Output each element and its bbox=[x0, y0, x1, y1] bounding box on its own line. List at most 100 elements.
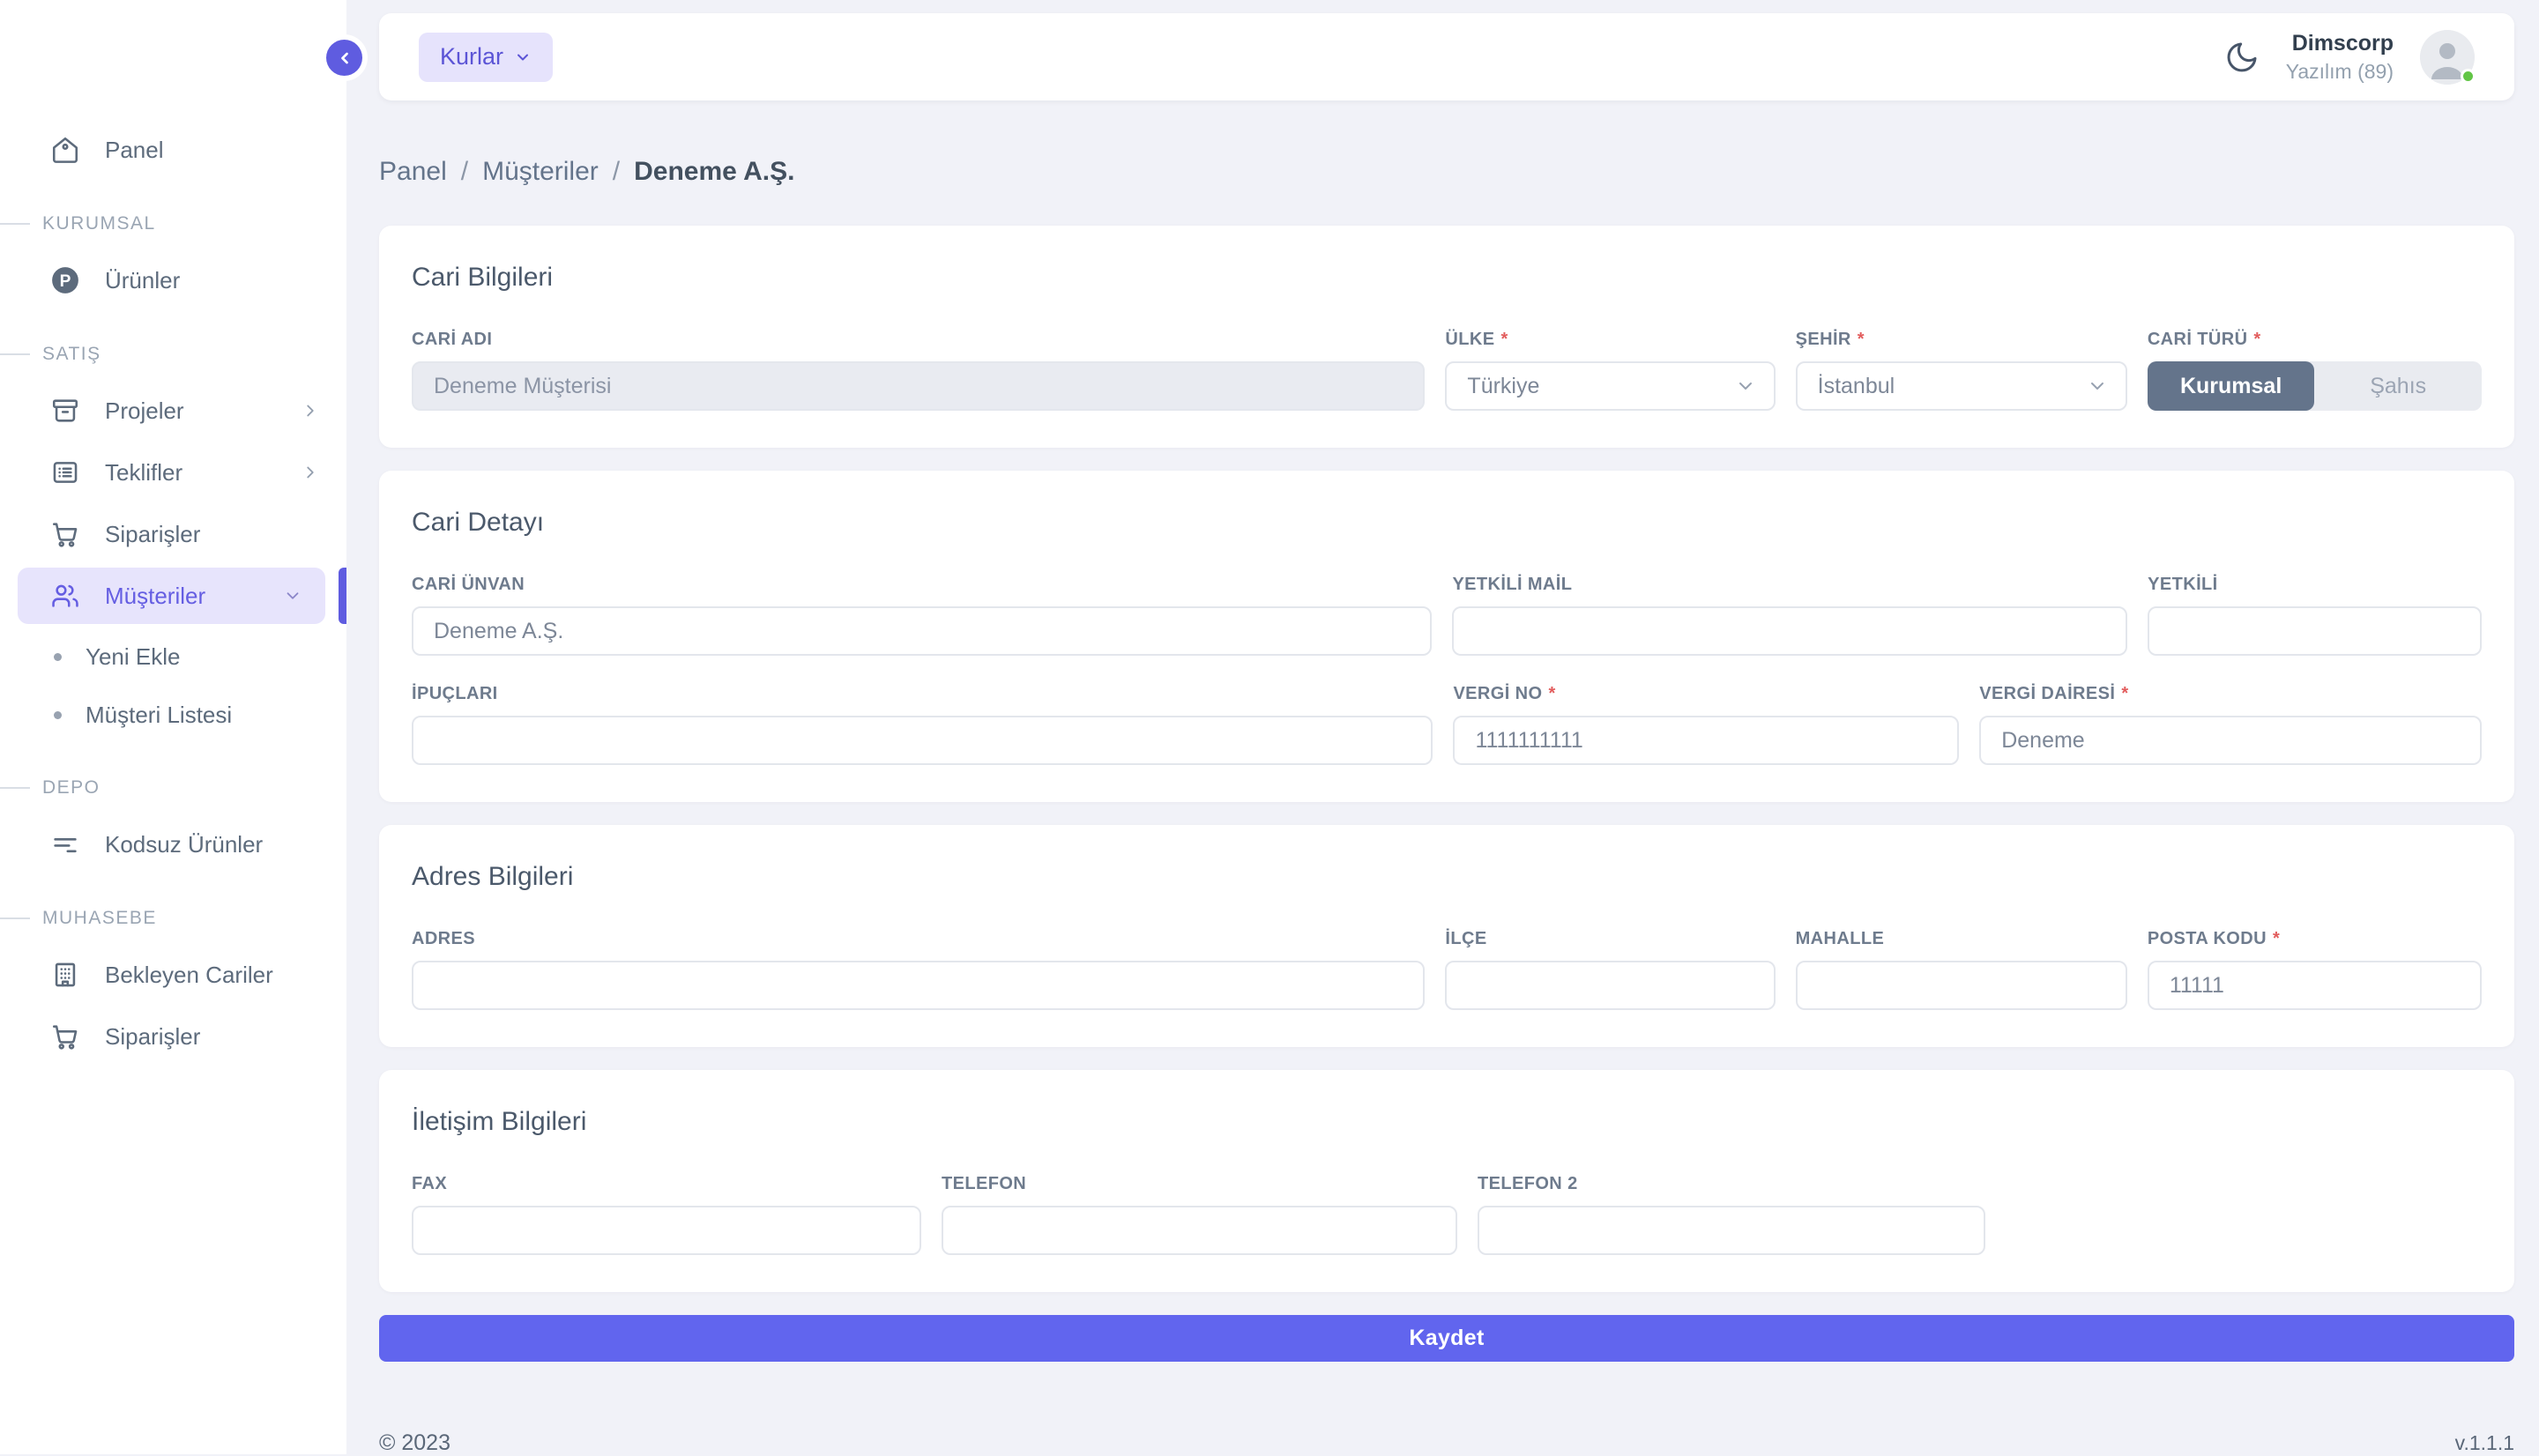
main-content: Kurlar Dimscorp Yazılım (89) Panel / bbox=[346, 0, 2539, 1454]
sidebar-item-siparisler-muhasebe[interactable]: Siparişler bbox=[0, 1008, 346, 1065]
kurlar-dropdown-button[interactable]: Kurlar bbox=[419, 33, 553, 82]
toggle-option-sahis[interactable]: Şahıs bbox=[2314, 361, 2482, 411]
dark-mode-toggle[interactable] bbox=[2224, 40, 2260, 75]
version-text: v.1.1.1 bbox=[2455, 1431, 2514, 1455]
field-ilce: İLÇE bbox=[1445, 929, 1775, 1010]
sidebar-subitem-label: Yeni Ekle bbox=[86, 643, 180, 671]
copyright-text: © 2023 bbox=[379, 1430, 450, 1456]
chevron-right-icon bbox=[301, 401, 320, 420]
field-label: ŞEHİR bbox=[1796, 330, 1851, 350]
field-label: VERGİ NO bbox=[1453, 684, 1542, 704]
field-adres: ADRES bbox=[412, 929, 1425, 1010]
card-iletisim-bilgileri: İletişim Bilgileri FAX TELEFON TELEFON 2 bbox=[379, 1070, 2514, 1292]
sidebar-item-label: Kodsuz Ürünler bbox=[105, 831, 263, 858]
breadcrumb-musteriler[interactable]: Müşteriler bbox=[482, 157, 599, 187]
ilce-input[interactable] bbox=[1445, 961, 1775, 1010]
cari-adi-input[interactable] bbox=[412, 361, 1425, 411]
field-label: FAX bbox=[412, 1174, 447, 1194]
topbar-right: Dimscorp Yazılım (89) bbox=[2224, 30, 2475, 85]
ulke-select[interactable]: Türkiye bbox=[1445, 361, 1775, 411]
sidebar-collapse-button[interactable] bbox=[326, 40, 362, 76]
chevron-down-icon bbox=[1735, 375, 1756, 397]
vergi-dairesi-input[interactable] bbox=[1979, 716, 2482, 765]
telefon-input[interactable] bbox=[942, 1206, 1457, 1255]
bullet-dot-icon bbox=[54, 711, 62, 719]
chevron-down-icon bbox=[2087, 375, 2108, 397]
section-title: İletişim Bilgileri bbox=[412, 1107, 2482, 1137]
cari-turu-toggle: Kurumsal Şahıs bbox=[2148, 361, 2482, 411]
user-meta: Yazılım (89) bbox=[2286, 60, 2394, 85]
field-label: İPUÇLARI bbox=[412, 684, 498, 704]
text-lines-icon bbox=[50, 829, 80, 859]
field-yetkili-mail: YETKİLİ MAİL bbox=[1452, 575, 2127, 656]
sidebar-item-label: Bekleyen Cariler bbox=[105, 962, 273, 989]
section-title: Cari Bilgileri bbox=[412, 263, 2482, 293]
sidebar-item-musteriler[interactable]: Müşteriler bbox=[18, 568, 325, 624]
sidebar-item-kodsuz-urunler[interactable]: Kodsuz Ürünler bbox=[0, 816, 346, 873]
sehir-selected-value: İstanbul bbox=[1818, 374, 1895, 399]
cari-unvan-input[interactable] bbox=[412, 606, 1432, 656]
mahalle-input[interactable] bbox=[1796, 961, 2127, 1010]
svg-text:P: P bbox=[60, 272, 71, 291]
fax-input[interactable] bbox=[412, 1206, 921, 1255]
posta-kodu-input[interactable] bbox=[2148, 961, 2482, 1010]
sidebar-item-projeler[interactable]: Projeler bbox=[0, 383, 346, 439]
field-telefon: TELEFON bbox=[942, 1174, 1457, 1255]
save-button[interactable]: Kaydet bbox=[379, 1315, 2514, 1362]
field-sehir: ŞEHİR * İstanbul bbox=[1796, 330, 2127, 411]
adres-input[interactable] bbox=[412, 961, 1425, 1010]
topbar: Kurlar Dimscorp Yazılım (89) bbox=[379, 13, 2514, 100]
vergi-no-input[interactable] bbox=[1453, 716, 1959, 765]
online-status-dot bbox=[2461, 69, 2476, 84]
field-label: YETKİLİ bbox=[2148, 575, 2217, 595]
sidebar-item-label: Siparişler bbox=[105, 521, 200, 548]
sidebar-subitem-label: Müşteri Listesi bbox=[86, 702, 232, 729]
required-mark: * bbox=[2273, 929, 2280, 949]
sidebar-section-satis: SATIŞ bbox=[0, 337, 346, 372]
breadcrumb: Panel / Müşteriler / Deneme A.Ş. bbox=[379, 157, 2514, 187]
chevron-right-icon bbox=[301, 463, 320, 482]
field-label: MAHALLE bbox=[1796, 929, 1885, 949]
field-label: TELEFON 2 bbox=[1478, 1174, 1578, 1194]
field-label: VERGİ DAİRESİ bbox=[1979, 684, 2115, 704]
sidebar-item-siparisler[interactable]: Siparişler bbox=[0, 506, 346, 562]
sidebar-section-kurumsal: KURUMSAL bbox=[0, 206, 346, 241]
chevron-left-icon bbox=[336, 49, 354, 67]
sidebar-subitem-musteri-listesi[interactable]: Müşteri Listesi bbox=[0, 687, 346, 742]
field-label: CARİ TÜRÜ bbox=[2148, 330, 2248, 350]
yetkili-mail-input[interactable] bbox=[1452, 606, 2127, 656]
required-mark: * bbox=[1858, 330, 1865, 350]
archive-icon bbox=[50, 396, 80, 426]
users-icon bbox=[50, 581, 80, 611]
kurlar-label: Kurlar bbox=[440, 43, 503, 71]
yetkili-input[interactable] bbox=[2148, 606, 2482, 656]
breadcrumb-panel[interactable]: Panel bbox=[379, 157, 447, 187]
toggle-option-kurumsal[interactable]: Kurumsal bbox=[2148, 361, 2315, 411]
sehir-select[interactable]: İstanbul bbox=[1796, 361, 2127, 411]
sidebar-item-label: Siparişler bbox=[105, 1023, 200, 1051]
section-title: Cari Detayı bbox=[412, 508, 2482, 538]
required-mark: * bbox=[1548, 684, 1555, 704]
sidebar-section-muhasebe: MUHASEBE bbox=[0, 901, 346, 936]
sidebar-item-bekleyen-cariler[interactable]: Bekleyen Cariler bbox=[0, 947, 346, 1003]
sidebar-item-teklifler[interactable]: Teklifler bbox=[0, 444, 346, 501]
ipuclari-input[interactable] bbox=[412, 716, 1433, 765]
cart-icon bbox=[50, 1021, 80, 1051]
bullet-dot-icon bbox=[54, 653, 62, 661]
sidebar-item-urunler[interactable]: P Ürünler bbox=[0, 252, 346, 308]
field-label: CARİ ADI bbox=[412, 330, 492, 350]
field-label: CARİ ÜNVAN bbox=[412, 575, 525, 595]
sidebar-item-panel[interactable]: Panel bbox=[0, 122, 346, 178]
field-label: POSTA KODU bbox=[2148, 929, 2267, 949]
chevron-down-icon bbox=[283, 586, 302, 605]
sidebar-subitem-yeni-ekle[interactable]: Yeni Ekle bbox=[0, 629, 346, 684]
sidebar-item-label: Panel bbox=[105, 137, 164, 164]
moon-icon bbox=[2224, 40, 2260, 75]
telefon-2-input[interactable] bbox=[1478, 1206, 1985, 1255]
building-icon bbox=[50, 960, 80, 990]
avatar[interactable] bbox=[2420, 30, 2475, 85]
required-mark: * bbox=[2121, 684, 2128, 704]
field-label: TELEFON bbox=[942, 1174, 1026, 1194]
field-label: YETKİLİ MAİL bbox=[1452, 575, 1572, 595]
field-label: İLÇE bbox=[1445, 929, 1486, 949]
